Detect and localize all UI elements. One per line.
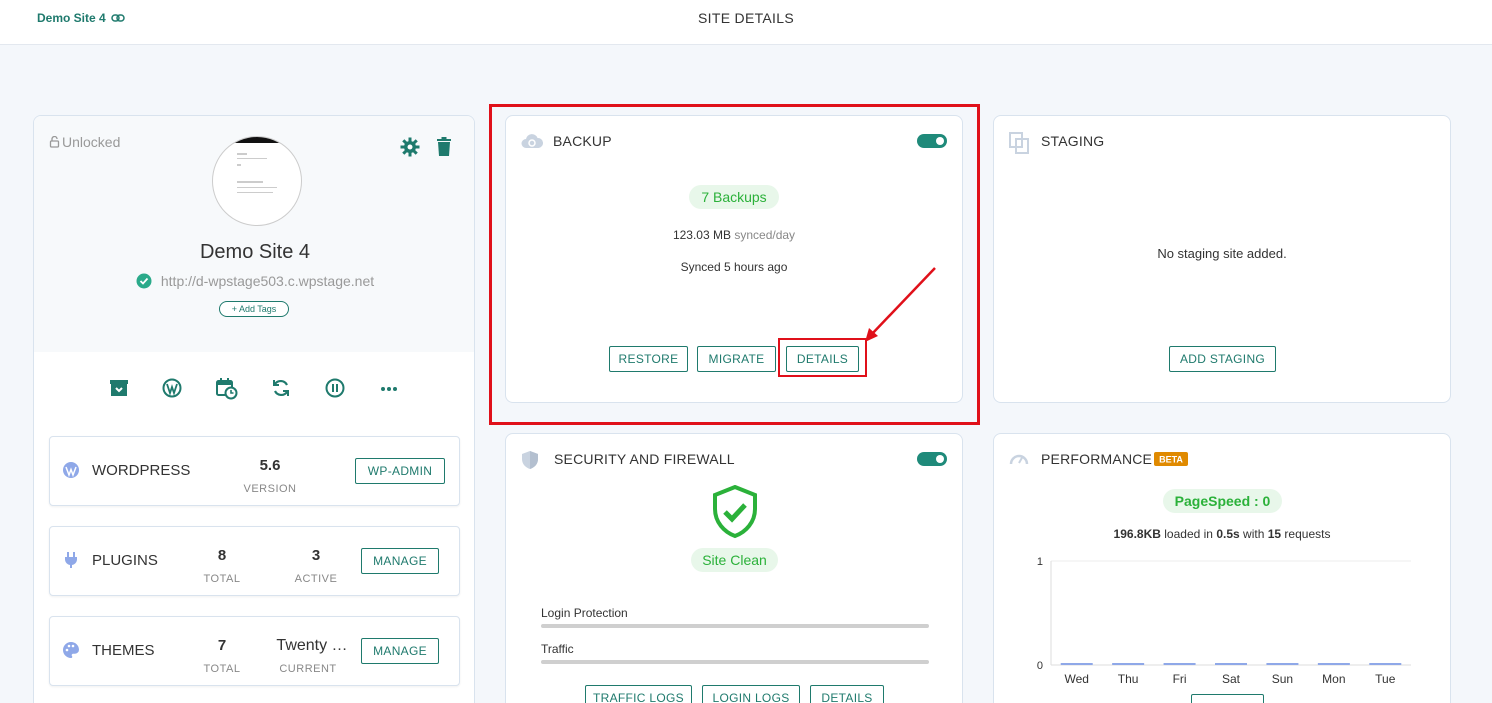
site-url-row: http://d-wpstage503.c.wpstage.net xyxy=(34,273,474,289)
site-summary: Unlocked Demo Site 4 http://d-wpstage503… xyxy=(34,116,474,352)
x-tick-label: Tue xyxy=(1375,672,1396,686)
top-bar: Demo Site 4 SITE DETAILS xyxy=(0,0,1492,45)
annotation-arrow-icon xyxy=(865,267,936,342)
loaded-in-text: loaded in xyxy=(1164,527,1213,541)
speedometer-icon xyxy=(1009,454,1029,465)
x-tick-label: Mon xyxy=(1322,672,1345,686)
traffic-label: Traffic xyxy=(541,642,574,656)
palette-icon xyxy=(63,642,79,658)
login-protection-label: Login Protection xyxy=(541,606,628,620)
plugins-manage-button[interactable]: MANAGE xyxy=(361,548,439,574)
load-time: 0.5s xyxy=(1216,527,1240,541)
page-size: 196.8KB xyxy=(1113,527,1161,541)
chart-bar xyxy=(1163,663,1196,665)
calendar-clock-icon[interactable] xyxy=(216,378,238,400)
login-logs-button[interactable]: LOGIN LOGS xyxy=(702,685,800,703)
lock-label: Unlocked xyxy=(62,134,121,150)
requests-text: requests xyxy=(1284,527,1331,541)
staging-title: STAGING xyxy=(1041,133,1105,149)
pagespeed-badge: PageSpeed : 0 xyxy=(1163,489,1282,513)
chart-bar xyxy=(1266,663,1299,665)
plugins-active-label: ACTIVE xyxy=(294,573,338,585)
wp-admin-button[interactable]: WP-ADMIN xyxy=(355,458,445,484)
themes-box: THEMES 7 TOTAL Twenty … CURRENT MANAGE xyxy=(49,616,460,686)
themes-label: THEMES xyxy=(92,642,155,659)
wordpress-label: WORDPRESS xyxy=(92,462,191,479)
gear-icon[interactable] xyxy=(400,137,420,157)
wordpress-version-label: VERSION xyxy=(243,483,297,495)
x-tick-label: Sat xyxy=(1222,672,1241,686)
svg-text:BETA: BETA xyxy=(1159,455,1183,465)
chart-bar xyxy=(1317,663,1350,665)
chart-bar xyxy=(1215,663,1247,665)
unlock-icon xyxy=(49,136,60,148)
with-text: with xyxy=(1243,527,1265,541)
site-thumbnail[interactable] xyxy=(212,136,302,226)
themes-current: Twenty … xyxy=(276,637,348,654)
site-clean-badge: Site Clean xyxy=(691,548,778,572)
lock-status[interactable]: Unlocked xyxy=(49,134,120,150)
x-tick-label: Thu xyxy=(1118,672,1139,686)
plugins-label: PLUGINS xyxy=(92,552,158,569)
site-name: Demo Site 4 xyxy=(199,241,311,263)
wordpress-logo-icon xyxy=(63,462,79,478)
x-tick-label: Wed xyxy=(1064,672,1088,686)
themes-total: 7 xyxy=(217,637,227,654)
plugins-active: 3 xyxy=(311,547,321,564)
traffic-bar xyxy=(541,660,929,664)
themes-current-label: CURRENT xyxy=(279,663,337,675)
traffic-logs-button[interactable]: TRAFFIC LOGS xyxy=(585,685,692,703)
login-protection-bar xyxy=(541,624,929,628)
staging-card: STAGING No staging site added. ADD STAGI… xyxy=(993,115,1451,403)
sync-icon[interactable] xyxy=(271,378,291,398)
archive-icon[interactable] xyxy=(109,378,129,398)
site-url[interactable]: http://d-wpstage503.c.wpstage.net xyxy=(161,273,374,289)
y-tick-label: 0 xyxy=(1037,660,1043,672)
annotation-details-box xyxy=(778,338,867,377)
wordpress-box: WORDPRESS 5.6 VERSION WP-ADMIN xyxy=(49,436,460,506)
request-count: 15 xyxy=(1267,527,1282,541)
chart-bar xyxy=(1060,663,1093,665)
staging-copy-icon xyxy=(1009,132,1029,154)
shield-check-icon xyxy=(713,485,757,539)
add-staging-button[interactable]: ADD STAGING xyxy=(1169,346,1276,372)
plugins-box: PLUGINS 8 TOTAL 3 ACTIVE MANAGE xyxy=(49,526,460,596)
y-tick-label: 1 xyxy=(1037,556,1043,568)
security-toggle[interactable] xyxy=(917,452,947,466)
beta-badge: BETA xyxy=(1154,452,1188,466)
site-card: Unlocked Demo Site 4 http://d-wpstage503… xyxy=(33,115,475,703)
chart-bar xyxy=(1112,663,1145,665)
wordpress-version: 5.6 xyxy=(259,457,281,474)
shield-icon xyxy=(522,451,538,469)
plugins-total: 8 xyxy=(217,547,227,564)
trash-icon[interactable] xyxy=(436,137,452,157)
check-circle-icon xyxy=(136,273,152,289)
staging-empty-text: No staging site added. xyxy=(1157,246,1287,261)
security-details-button[interactable]: DETAILS xyxy=(810,685,884,703)
x-tick-label: Sun xyxy=(1272,672,1293,686)
themes-total-label: TOTAL xyxy=(203,663,241,675)
x-tick-label: Fri xyxy=(1173,672,1187,686)
plug-icon xyxy=(65,552,77,568)
pagespeed-chart: 1 0 Wed Thu Fri Sat Sun Mon Tue xyxy=(1037,556,1411,686)
chart-bar xyxy=(1369,663,1402,665)
wordpress-icon[interactable] xyxy=(162,378,182,398)
performance-stats: 196.8KB loaded in 0.5s with 15 requests xyxy=(994,527,1450,541)
performance-title: PERFORMANCE xyxy=(1041,451,1153,467)
security-title: SECURITY AND FIREWALL xyxy=(554,451,735,467)
themes-manage-button[interactable]: MANAGE xyxy=(361,638,439,664)
more-icon[interactable] xyxy=(380,386,398,392)
performance-card: PERFORMANCE BETA PageSpeed : 0 196.8KB l… xyxy=(993,433,1451,703)
plugins-total-label: TOTAL xyxy=(203,573,241,585)
page-title: SITE DETAILS xyxy=(698,10,794,26)
security-card: SECURITY AND FIREWALL Site Clean Login P… xyxy=(505,433,963,703)
performance-button[interactable] xyxy=(1191,694,1264,703)
pause-icon[interactable] xyxy=(325,378,345,398)
add-tags-button[interactable]: + Add Tags xyxy=(219,301,289,317)
